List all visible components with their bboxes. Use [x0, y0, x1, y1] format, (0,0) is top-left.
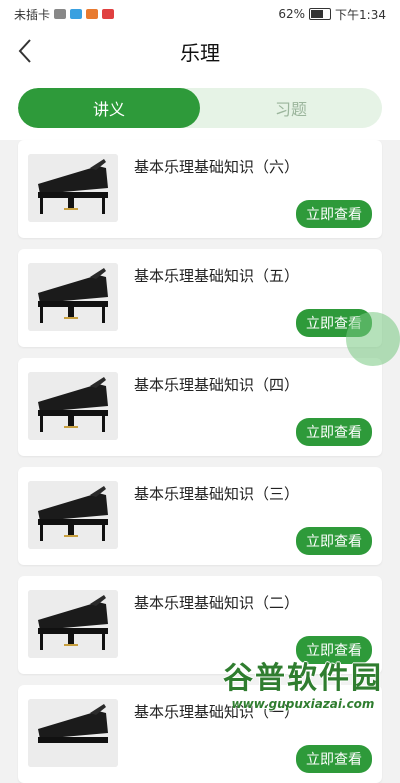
status-bar: 未插卡 62% 下午1:34 — [0, 0, 400, 28]
piano-thumbnail — [28, 590, 118, 658]
list-item[interactable]: 基本乐理基础知识（三） 立即查看 — [18, 467, 382, 565]
view-now-button[interactable]: 立即查看 — [296, 418, 372, 446]
page-title: 乐理 — [180, 40, 220, 65]
sim-status-text: 未插卡 — [14, 7, 51, 22]
tab-exercises[interactable]: 习题 — [200, 88, 382, 128]
header: 乐理 — [0, 28, 400, 74]
status-left: 未插卡 — [14, 6, 115, 23]
view-now-button[interactable]: 立即查看 — [296, 200, 372, 228]
lesson-title: 基本乐理基础知识（二） — [134, 594, 300, 612]
piano-thumbnail — [28, 263, 118, 331]
piano-thumbnail — [28, 699, 118, 767]
app-icon — [86, 9, 99, 19]
back-icon[interactable] — [12, 36, 42, 66]
battery-icon — [309, 8, 332, 20]
lesson-title: 基本乐理基础知识（三） — [134, 485, 300, 503]
lesson-title: 基本乐理基础知识（五） — [134, 267, 300, 285]
app-icon — [102, 9, 115, 19]
app-icon — [70, 9, 83, 19]
status-right: 62% 下午1:34 — [278, 6, 386, 23]
tab-bar: 讲义 习题 — [18, 88, 382, 128]
watermark: 谷普软件园 www.gupuxiazai.com — [214, 653, 392, 711]
watermark-main: 谷普软件园 — [223, 661, 383, 696]
piano-icon — [28, 154, 118, 222]
view-now-button[interactable]: 立即查看 — [296, 745, 372, 773]
lesson-title: 基本乐理基础知识（六） — [134, 158, 300, 176]
piano-icon — [28, 263, 118, 331]
piano-icon — [28, 699, 118, 767]
lesson-title: 基本乐理基础知识（四） — [134, 376, 300, 394]
list-item[interactable]: 基本乐理基础知识（四） 立即查看 — [18, 358, 382, 456]
piano-icon — [28, 481, 118, 549]
piano-thumbnail — [28, 372, 118, 440]
floating-assist-button[interactable] — [346, 312, 400, 366]
list-item[interactable]: 基本乐理基础知识（五） 立即查看 — [18, 249, 382, 347]
tabs-wrap: 讲义 习题 — [0, 74, 400, 140]
view-now-button[interactable]: 立即查看 — [296, 527, 372, 555]
piano-thumbnail — [28, 154, 118, 222]
piano-icon — [28, 372, 118, 440]
clock: 下午1:34 — [335, 7, 386, 22]
piano-icon — [28, 590, 118, 658]
battery-percent: 62% — [278, 7, 306, 21]
tab-handouts[interactable]: 讲义 — [18, 88, 200, 128]
piano-thumbnail — [28, 481, 118, 549]
notification-icon — [54, 9, 67, 19]
list-item[interactable]: 基本乐理基础知识（六） 立即查看 — [18, 140, 382, 238]
watermark-sub: www.gupuxiazai.com — [231, 697, 375, 711]
